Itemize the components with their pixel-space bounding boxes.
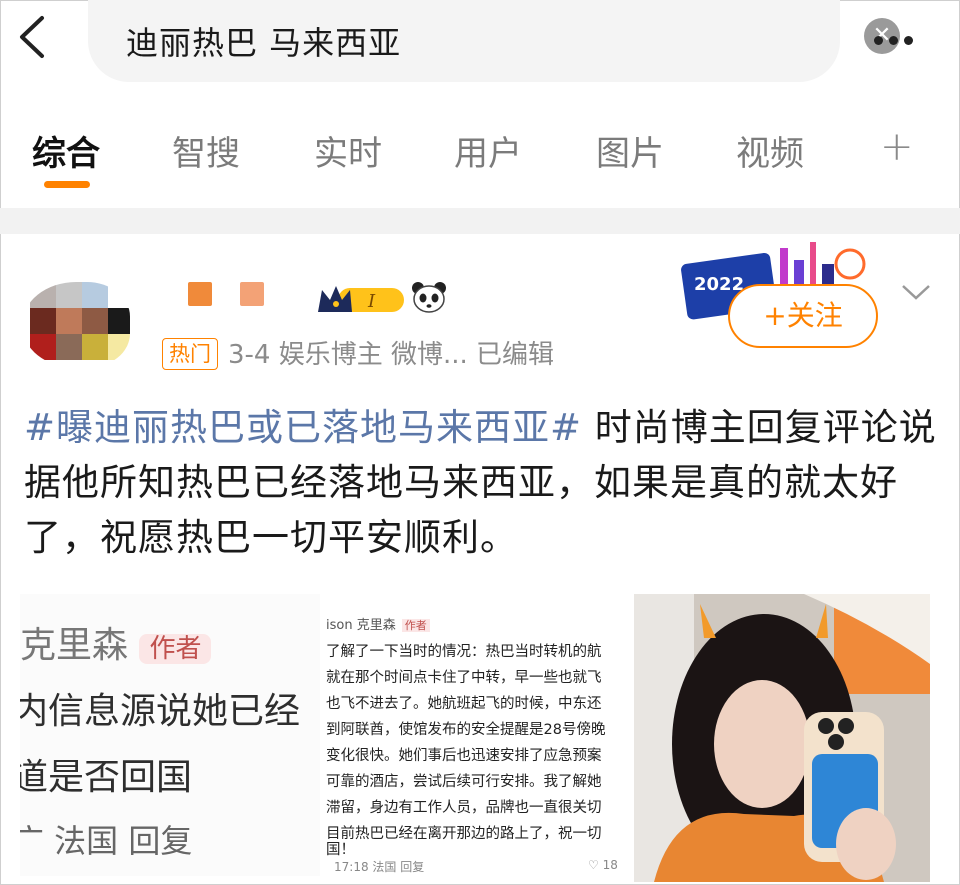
comment-like-count: 18 (602, 858, 618, 872)
username-mosaic[interactable] (188, 282, 212, 306)
comment-line: 就在那个时间点卡住了中转，早一些也就飞 (326, 670, 602, 686)
add-tab-icon[interactable]: + (880, 124, 914, 170)
tab-videos[interactable]: 视频 (736, 126, 804, 175)
comment-line: 滞留，身边有工作人员，品牌也一直很关切 (326, 800, 602, 816)
more-options-icon[interactable] (874, 30, 919, 49)
post-meta: 热门 3-4 娱乐博主 微博... 已编辑 (162, 334, 554, 371)
chevron-down-icon[interactable] (900, 280, 932, 304)
comment-likes: ♡ 18 (588, 858, 618, 872)
banner-year: 2022 (694, 274, 744, 295)
comment-header-badge: 作者 (401, 619, 430, 632)
comment-line: 国！ (326, 842, 355, 858)
hot-badge: 热门 (162, 338, 218, 370)
username-mosaic[interactable] (240, 282, 264, 306)
author-badge: 作者 (139, 634, 212, 664)
post-meta-text: 3-4 娱乐博主 微博... 已编辑 (228, 340, 555, 370)
comment-line: 也飞不进去了。她航班起飞的时候，中东还 (326, 696, 602, 712)
svg-text:I: I (367, 291, 376, 312)
comment-author: 克里森 (20, 625, 129, 666)
comment-line: 道是否回国 (20, 757, 193, 798)
active-tab-indicator (44, 181, 90, 188)
section-divider (0, 208, 960, 234)
post-body: #曝迪丽热巴或已落地马来西亚# 时尚博主回复评论说据他所知热巴已经落地马来西亚，… (24, 400, 939, 565)
comment-line: 广 法国 回复 (20, 822, 193, 860)
tab-comprehensive[interactable]: 综合 (32, 126, 100, 175)
follow-button[interactable]: +关注 (728, 284, 878, 348)
avatar[interactable] (22, 282, 130, 368)
comment-footer: 17:18 法国 回复 (334, 860, 425, 874)
search-query[interactable]: 迪丽热巴 马来西亚 (126, 18, 401, 64)
search-bar[interactable]: 迪丽热巴 马来西亚 ✕ (88, 0, 900, 82)
tab-realtime[interactable]: 实时 (314, 126, 382, 175)
tab-images[interactable]: 图片 (596, 126, 664, 175)
comment-line: 内信息源说她已经 (20, 691, 301, 732)
tab-smart-search[interactable]: 智搜 (172, 126, 240, 175)
comment-line: 到阿联酋，使馆发布的安全提醒是28号傍晚 (326, 722, 606, 738)
hashtag-link[interactable]: #曝迪丽热巴或已落地马来西亚# (24, 406, 582, 449)
panda-icon (412, 282, 446, 313)
post-image-comment-crop[interactable]: 克里森 作者 内信息源说她已经 道是否回国 广 法国 回复 (20, 594, 320, 876)
post-image-selfie-photo[interactable] (634, 594, 930, 882)
comment-header-name: ison 克里森 (326, 618, 396, 633)
comment-line: 变化很快。她们事后也迅速安排了应急预案 (326, 748, 602, 764)
tab-users[interactable]: 用户 (454, 126, 522, 175)
comment-line: 了解了一下当时的情况：热巴当时转机的航 (326, 644, 602, 660)
comment-header: ison 克里森 作者 (326, 614, 430, 633)
vip-crown-icon: I (318, 286, 404, 312)
post-image-comment-screenshot[interactable]: ison 克里森 作者 了解了一下当时的情况：热巴当时转机的航 就在那个时间点卡住… (326, 594, 626, 876)
back-arrow-icon[interactable] (14, 14, 54, 60)
comment-line: 目前热巴已经在离开那边的路上了，祝一切 (326, 826, 602, 842)
comment-line: 可靠的酒店，尝试后续可行安排。我了解她 (326, 774, 602, 790)
